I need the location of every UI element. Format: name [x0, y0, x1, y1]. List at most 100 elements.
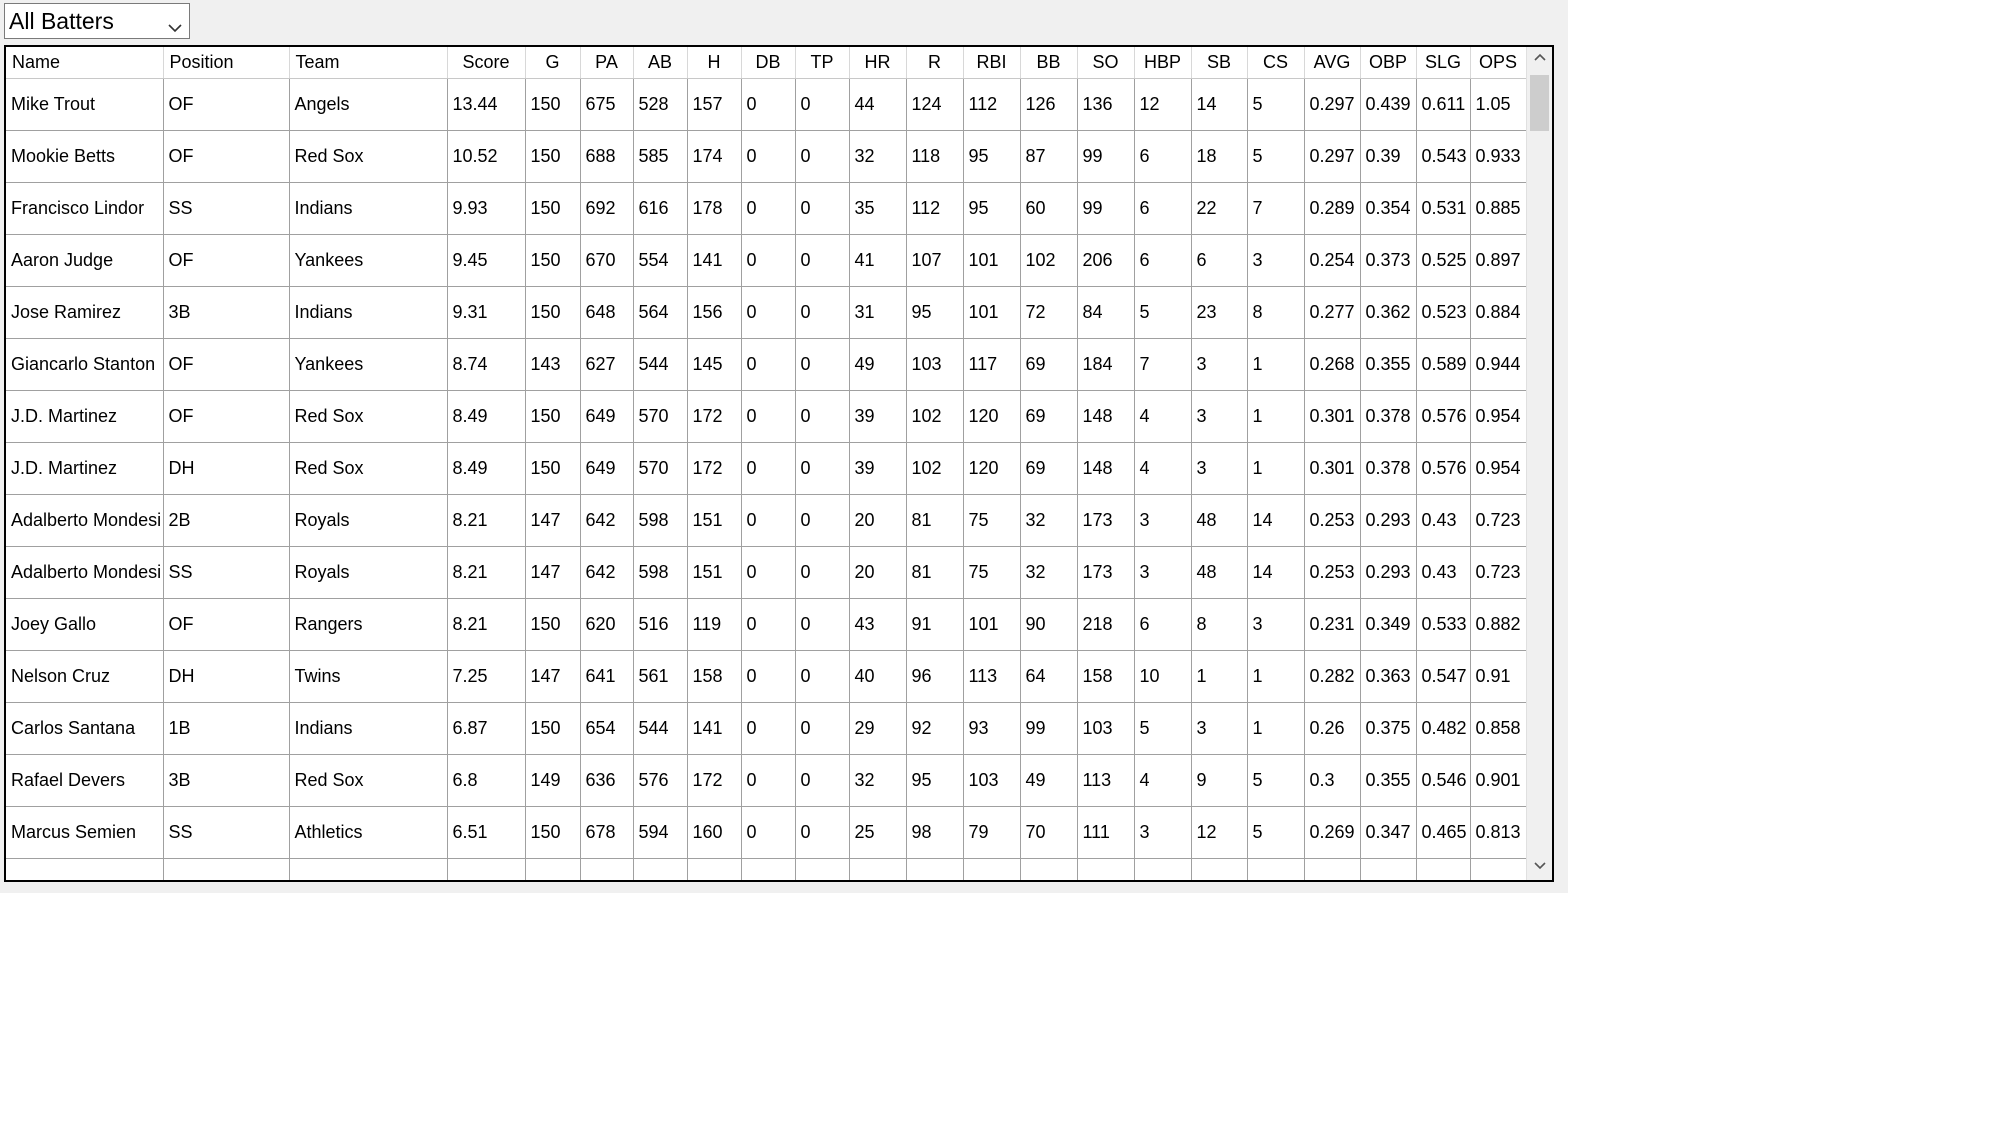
cell-name[interactable]: Adalberto Mondesi — [6, 494, 164, 547]
cell-h[interactable]: 145 — [687, 338, 742, 391]
table-row-partial[interactable] — [6, 858, 1526, 880]
cell-sb[interactable]: 1 — [1191, 650, 1248, 703]
cell-bb[interactable]: 126 — [1020, 78, 1078, 131]
cell-g[interactable]: 150 — [525, 806, 581, 859]
cell-ab[interactable]: 585 — [633, 130, 688, 183]
cell-db[interactable]: 0 — [741, 338, 796, 391]
cell-pa[interactable]: 641 — [580, 650, 634, 703]
cell-h[interactable]: 172 — [687, 754, 742, 807]
column-header-team[interactable]: Team — [289, 47, 448, 79]
cell-score[interactable]: 8.21 — [447, 494, 526, 547]
cell-avg[interactable]: 0.26 — [1304, 702, 1361, 755]
cell-tp[interactable]: 0 — [795, 702, 850, 755]
cell-team[interactable]: Athletics — [289, 806, 448, 859]
cell-pa[interactable]: 675 — [580, 78, 634, 131]
cell-cs[interactable]: 5 — [1247, 130, 1305, 183]
cell-pa[interactable]: 642 — [580, 494, 634, 547]
table-row[interactable]: Nelson Cruz DH Twins 7.25 147 641 561 158 0 0 40 96… — [6, 650, 1526, 703]
cell-slg[interactable]: 0.546 — [1416, 754, 1471, 807]
cell-sb[interactable]: 14 — [1191, 78, 1248, 131]
cell-pa[interactable]: 649 — [580, 442, 634, 495]
cell-cs[interactable]: 1 — [1247, 650, 1305, 703]
cell-pa[interactable]: 636 — [580, 754, 634, 807]
cell-so[interactable]: 206 — [1077, 234, 1135, 287]
cell-avg[interactable]: 0.297 — [1304, 78, 1361, 131]
cell-ab[interactable]: 598 — [633, 494, 688, 547]
cell-rbi[interactable]: 103 — [963, 754, 1021, 807]
cell-hbp[interactable]: 10 — [1134, 650, 1192, 703]
cell-sb[interactable]: 48 — [1191, 546, 1248, 599]
cell-pa[interactable]: 648 — [580, 286, 634, 339]
cell-avg[interactable]: 0.268 — [1304, 338, 1361, 391]
cell-hbp[interactable]: 3 — [1134, 806, 1192, 859]
cell-hbp[interactable]: 4 — [1134, 442, 1192, 495]
cell-r[interactable]: 81 — [906, 546, 964, 599]
table-row[interactable]: J.D. Martinez OF Red Sox 8.49 150 649 570 172 0 0… — [6, 390, 1526, 443]
cell-sb[interactable]: 48 — [1191, 494, 1248, 547]
cell-avg[interactable]: 0.289 — [1304, 182, 1361, 235]
cell-cs[interactable]: 1 — [1247, 702, 1305, 755]
cell-slg[interactable]: 0.576 — [1416, 390, 1471, 443]
cell-hbp[interactable]: 6 — [1134, 234, 1192, 287]
cell-bb[interactable]: 64 — [1020, 650, 1078, 703]
cell-ab[interactable]: 570 — [633, 442, 688, 495]
cell-team[interactable]: Yankees — [289, 338, 448, 391]
table-row[interactable]: Aaron Judge OF Yankees 9.45 150 670 554 141 0 0 41… — [6, 234, 1526, 287]
cell-slg[interactable]: 0.465 — [1416, 806, 1471, 859]
cell-slg[interactable]: 0.523 — [1416, 286, 1471, 339]
scrollbar-thumb[interactable] — [1530, 75, 1549, 131]
cell-rbi[interactable]: 101 — [963, 286, 1021, 339]
cell-h[interactable]: 172 — [687, 390, 742, 443]
cell-name[interactable]: Adalberto Mondesi — [6, 546, 164, 599]
table-row[interactable]: Mike Trout OF Angels 13.44 150 675 528 157 0 0 44 1… — [6, 78, 1526, 131]
cell-so[interactable]: 84 — [1077, 286, 1135, 339]
cell-cs[interactable]: 5 — [1247, 754, 1305, 807]
table-row[interactable]: Carlos Santana 1B Indians 6.87 150 654 544 141 0… — [6, 702, 1526, 755]
cell-so[interactable]: 111 — [1077, 806, 1135, 859]
column-header-tp[interactable]: TP — [795, 47, 850, 79]
cell-hr[interactable]: 20 — [849, 494, 907, 547]
vertical-scrollbar[interactable] — [1526, 47, 1552, 880]
cell-g[interactable]: 143 — [525, 338, 581, 391]
column-header-db[interactable]: DB — [741, 47, 796, 79]
cell-bb[interactable]: 99 — [1020, 702, 1078, 755]
cell-position[interactable]: OF — [163, 130, 290, 183]
cell-sb[interactable]: 8 — [1191, 598, 1248, 651]
cell-sb[interactable]: 23 — [1191, 286, 1248, 339]
cell-h[interactable]: 157 — [687, 78, 742, 131]
cell-avg[interactable]: 0.282 — [1304, 650, 1361, 703]
cell-sb[interactable]: 9 — [1191, 754, 1248, 807]
cell-r[interactable]: 96 — [906, 650, 964, 703]
cell-hbp[interactable]: 5 — [1134, 286, 1192, 339]
cell-h[interactable]: 141 — [687, 234, 742, 287]
cell-g[interactable]: 150 — [525, 130, 581, 183]
cell-hr[interactable]: 39 — [849, 442, 907, 495]
column-header-slg[interactable]: SLG — [1416, 47, 1471, 79]
cell-r[interactable]: 107 — [906, 234, 964, 287]
cell-avg[interactable]: 0.253 — [1304, 494, 1361, 547]
cell-db[interactable]: 0 — [741, 702, 796, 755]
cell-r[interactable]: 98 — [906, 806, 964, 859]
cell-hr[interactable]: 32 — [849, 130, 907, 183]
cell-pa[interactable]: 627 — [580, 338, 634, 391]
cell-ab[interactable]: 554 — [633, 234, 688, 287]
cell-team[interactable]: Indians — [289, 286, 448, 339]
cell-ops[interactable]: 0.884 — [1470, 286, 1526, 339]
cell-cs[interactable]: 8 — [1247, 286, 1305, 339]
cell-h[interactable]: 156 — [687, 286, 742, 339]
cell-sb[interactable]: 22 — [1191, 182, 1248, 235]
cell-slg[interactable]: 0.43 — [1416, 546, 1471, 599]
cell-score[interactable]: 9.31 — [447, 286, 526, 339]
cell-bb[interactable]: 32 — [1020, 546, 1078, 599]
table-row[interactable]: Adalberto Mondesi SS Royals 8.21 147 642 598 15… — [6, 546, 1526, 599]
cell-hr[interactable]: 32 — [849, 754, 907, 807]
cell-cs[interactable]: 3 — [1247, 598, 1305, 651]
cell-tp[interactable]: 0 — [795, 182, 850, 235]
cell-name[interactable]: J.D. Martinez — [6, 390, 164, 443]
cell-sb[interactable]: 3 — [1191, 442, 1248, 495]
cell-ab[interactable]: 564 — [633, 286, 688, 339]
cell-tp[interactable]: 0 — [795, 650, 850, 703]
cell-db[interactable]: 0 — [741, 598, 796, 651]
column-header-avg[interactable]: AVG — [1304, 47, 1361, 79]
cell-ab[interactable]: 598 — [633, 546, 688, 599]
